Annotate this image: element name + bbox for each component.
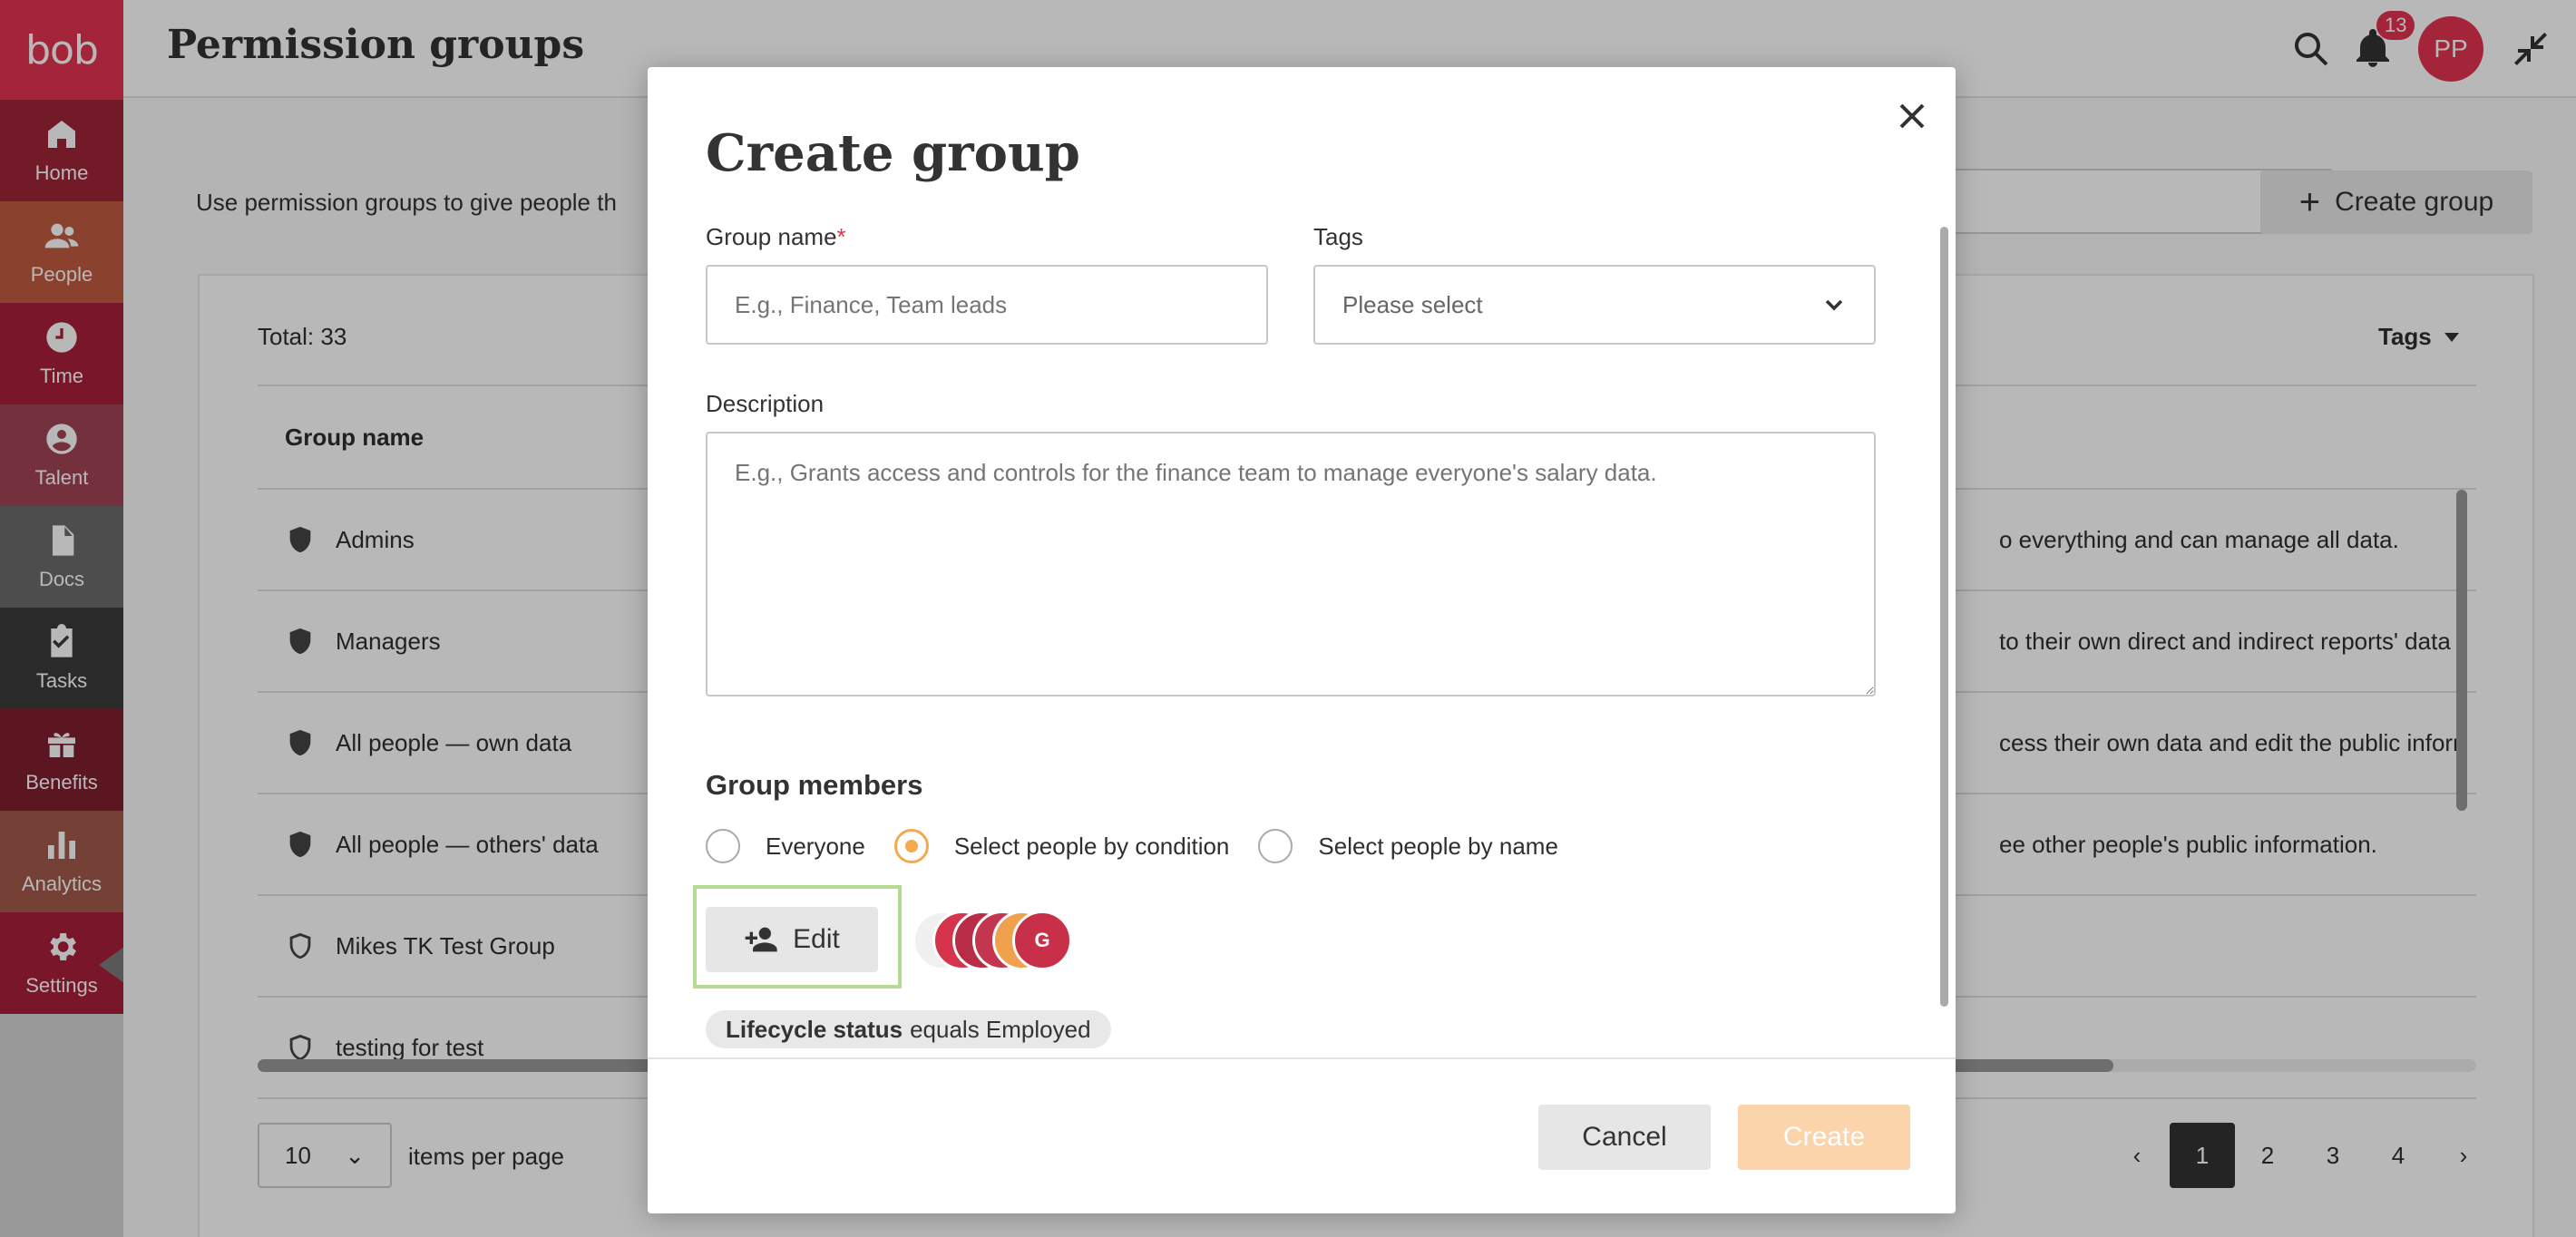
radio-label: Select people by condition bbox=[953, 832, 1230, 860]
cancel-button[interactable]: Cancel bbox=[1538, 1105, 1711, 1170]
close-icon[interactable] bbox=[1890, 94, 1934, 138]
radio-label: Select people by name bbox=[1318, 832, 1558, 860]
tags-select-value: Please select bbox=[1342, 290, 1483, 318]
member-avatar: G bbox=[1012, 911, 1072, 970]
tags-select[interactable]: Please select bbox=[1313, 265, 1876, 345]
radio-everyone[interactable]: Everyone bbox=[706, 829, 865, 863]
add-person-icon bbox=[745, 927, 777, 952]
condition-chip: Lifecycle status equals Employed bbox=[706, 1010, 1111, 1048]
edit-members-button[interactable]: Edit bbox=[706, 907, 878, 972]
chevron-down-icon bbox=[1825, 299, 1843, 311]
tags-label: Tags bbox=[1313, 223, 1363, 250]
condition-key: Lifecycle status bbox=[726, 1015, 903, 1043]
modal-title: Create group bbox=[706, 123, 1080, 183]
radio-select-by-condition[interactable]: Select people by condition bbox=[893, 829, 1230, 863]
group-name-label: Group name* bbox=[706, 223, 846, 251]
members-radio-group: Everyone Select people by condition Sele… bbox=[706, 829, 1587, 863]
radio-label: Everyone bbox=[766, 832, 865, 860]
radio-select-by-name[interactable]: Select people by name bbox=[1258, 829, 1558, 863]
member-avatars[interactable]: 11 T H S V G bbox=[912, 911, 1072, 970]
required-mark: * bbox=[836, 223, 846, 250]
group-members-title: Group members bbox=[706, 769, 923, 801]
create-group-modal: Create group Group name* Tags Please sel… bbox=[648, 67, 1956, 1213]
description-label: Description bbox=[706, 390, 825, 417]
description-textarea[interactable] bbox=[706, 432, 1876, 696]
group-name-input[interactable] bbox=[706, 265, 1268, 345]
modal-footer: Cancel Create bbox=[648, 1057, 1956, 1213]
condition-value: equals Employed bbox=[910, 1015, 1091, 1043]
modal-scrollbar[interactable] bbox=[1940, 227, 1948, 1007]
radio-button[interactable] bbox=[706, 829, 740, 863]
group-name-label-text: Group name bbox=[706, 223, 837, 250]
edit-label: Edit bbox=[793, 924, 840, 954]
radio-button[interactable] bbox=[1258, 829, 1293, 863]
create-button[interactable]: Create bbox=[1738, 1105, 1910, 1170]
radio-button-checked[interactable] bbox=[893, 829, 929, 863]
